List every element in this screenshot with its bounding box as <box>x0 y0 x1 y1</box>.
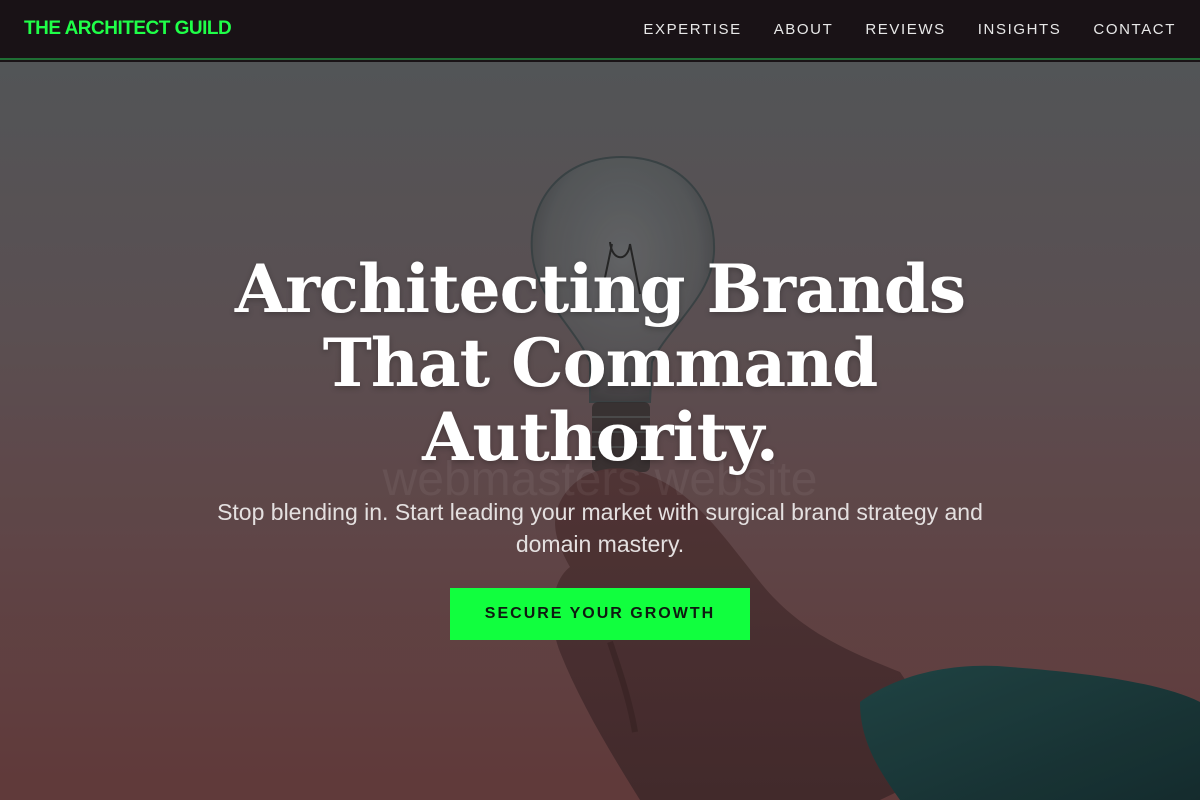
nav-link-contact[interactable]: CONTACT <box>1093 21 1176 38</box>
nav-links: EXPERTISE ABOUT REVIEWS INSIGHTS CONTACT <box>643 21 1176 38</box>
nav-link-reviews[interactable]: REVIEWS <box>865 21 945 38</box>
nav-link-about[interactable]: ABOUT <box>774 21 834 38</box>
secure-growth-button[interactable]: SECURE YOUR GROWTH <box>450 588 750 640</box>
hero-content: Architecting Brands That Command Authori… <box>0 62 1200 800</box>
hero-subheadline: Stop blending in. Start leading your mar… <box>217 499 983 557</box>
nav-link-expertise[interactable]: EXPERTISE <box>643 21 741 38</box>
brand-logo[interactable]: THE ARCHITECT GUILD <box>24 18 232 40</box>
hero-headline: Architecting Brands That Command Authori… <box>234 250 966 476</box>
hero-section: webmasters website Architecting Brands T… <box>0 62 1200 800</box>
nav-link-insights[interactable]: INSIGHTS <box>978 21 1062 38</box>
top-navbar: THE ARCHITECT GUILD EXPERTISE ABOUT REVI… <box>0 0 1200 60</box>
